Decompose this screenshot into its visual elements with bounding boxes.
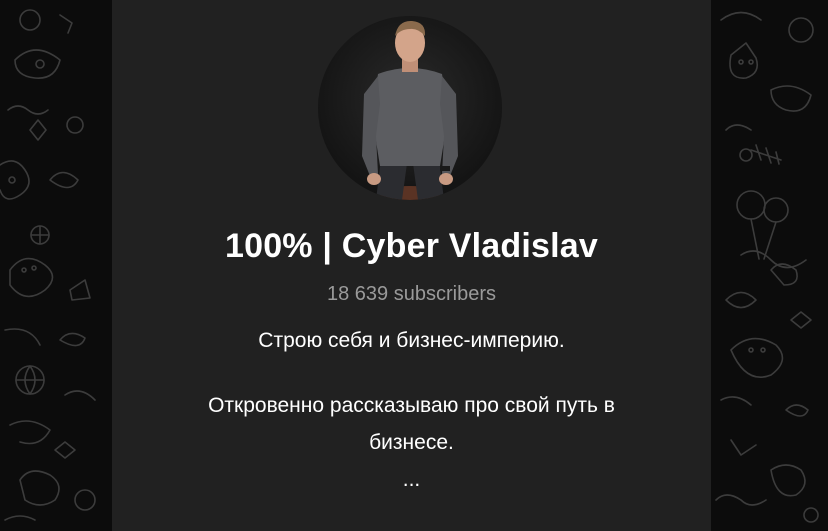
- description-line: бизнесе.: [369, 431, 454, 454]
- channel-title: 100% | Cyber Vladislav: [224, 227, 598, 265]
- channel-preview-page: 100% | Cyber Vladislav 18 639 subscriber…: [0, 0, 828, 531]
- subscriber-count: 18 639 subscribers: [327, 283, 496, 305]
- background-pattern-right: [711, 0, 828, 531]
- description-line: Строю себя и бизнес-империю.: [258, 329, 565, 352]
- channel-avatar[interactable]: [318, 16, 502, 200]
- description-line: Откровенно рассказываю про свой путь в: [208, 394, 615, 417]
- channel-info-card: 100% | Cyber Vladislav 18 639 subscriber…: [112, 0, 711, 531]
- background-pattern-left: [0, 0, 112, 531]
- description-ellipsis: ...: [402, 468, 421, 491]
- person-photo-icon: [318, 16, 502, 200]
- channel-description: Строю себя и бизнес-империю. Откровенно …: [152, 322, 671, 498]
